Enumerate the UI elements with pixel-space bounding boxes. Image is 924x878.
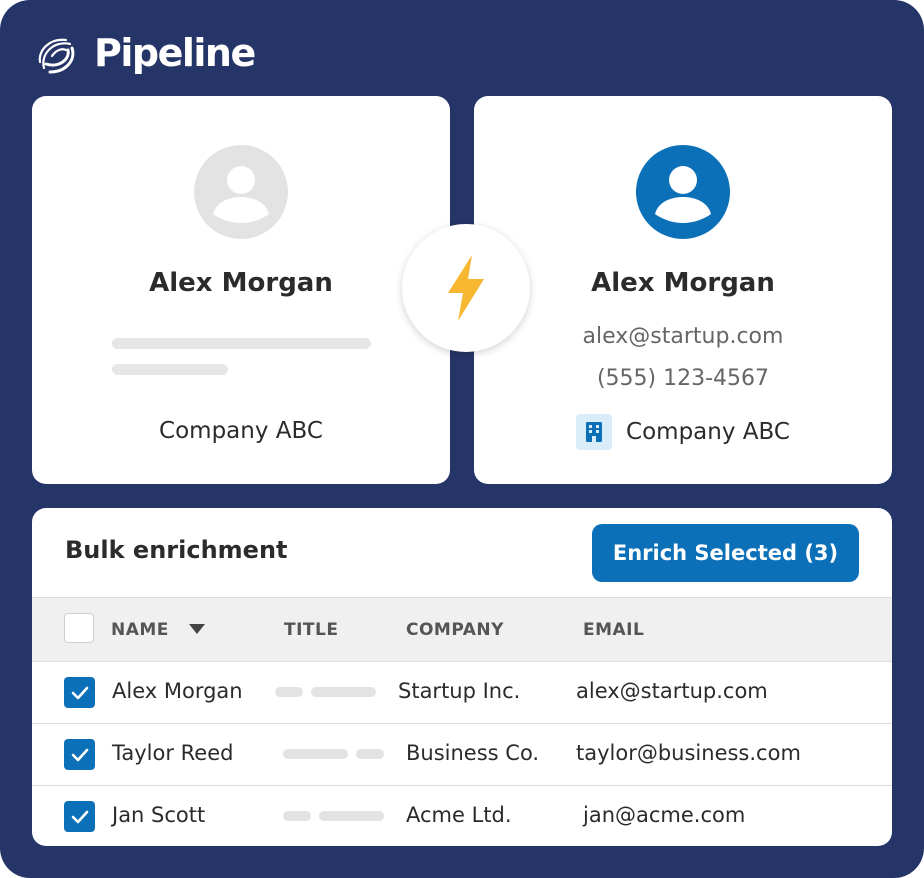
title-placeholder <box>283 749 348 759</box>
row-checkbox[interactable] <box>64 801 95 832</box>
table-row[interactable]: Taylor Reed Business Co. taylor@business… <box>32 723 892 786</box>
cell-name: Taylor Reed <box>112 741 234 765</box>
before-company: Company ABC <box>159 418 323 444</box>
user-placeholder-icon <box>194 145 288 239</box>
app-frame: Pipeline Alex Morgan Company ABC Alex Mo… <box>0 0 924 878</box>
cell-name: Jan Scott <box>112 803 206 827</box>
column-header-name[interactable]: NAME <box>111 620 169 640</box>
cell-company: Business Co. <box>406 741 540 765</box>
lightning-bolt-icon <box>448 255 484 321</box>
select-all-checkbox[interactable] <box>64 613 94 643</box>
row-checkbox[interactable] <box>64 739 95 770</box>
enrich-selected-button[interactable]: Enrich Selected (3) <box>592 524 859 582</box>
after-company: Company ABC <box>626 419 790 445</box>
cell-email: jan@acme.com <box>583 803 746 827</box>
table-row[interactable]: Jan Scott Acme Ltd. jan@acme.com <box>32 785 892 846</box>
table-header: NAME TITLE COMPANY EMAIL <box>32 597 892 662</box>
missing-detail-placeholder <box>112 338 371 349</box>
column-header-title[interactable]: TITLE <box>284 620 338 640</box>
panel-title: Bulk enrichment <box>65 536 288 564</box>
before-enrichment-card: Alex Morgan Company ABC <box>32 96 450 484</box>
checkmark-icon <box>71 686 88 699</box>
after-phone: (555) 123-4567 <box>596 366 770 391</box>
title-placeholder <box>283 811 311 821</box>
pipeline-logo-icon <box>38 38 75 74</box>
before-person-name: Alex Morgan <box>149 268 333 298</box>
column-header-company[interactable]: COMPANY <box>406 620 504 640</box>
app-logo: Pipeline <box>36 31 256 75</box>
table-row[interactable]: Alex Morgan Startup Inc. alex@startup.co… <box>32 661 892 724</box>
checkmark-icon <box>71 810 88 823</box>
building-icon <box>576 414 613 450</box>
title-placeholder <box>311 687 376 697</box>
cell-email: taylor@business.com <box>576 741 801 765</box>
after-enrichment-card: Alex Morgan alex@startup.com (555) 123-4… <box>474 96 892 484</box>
after-person-name: Alex Morgan <box>591 268 775 298</box>
caret-down-icon[interactable] <box>189 624 205 634</box>
cell-name: Alex Morgan <box>112 679 243 703</box>
title-placeholder <box>356 749 384 759</box>
cell-company: Acme Ltd. <box>406 803 512 827</box>
app-name: Pipeline <box>94 31 256 75</box>
row-checkbox[interactable] <box>64 677 95 708</box>
missing-detail-placeholder <box>112 364 228 375</box>
after-email: alex@startup.com <box>582 324 784 349</box>
checkmark-icon <box>71 748 88 761</box>
after-company-row: Company ABC <box>474 414 892 450</box>
column-header-email[interactable]: EMAIL <box>583 620 644 640</box>
user-icon <box>636 145 730 239</box>
cell-company: Startup Inc. <box>398 679 521 703</box>
title-placeholder <box>275 687 303 697</box>
bulk-enrichment-panel: Bulk enrichment Enrich Selected (3) NAME… <box>32 508 892 846</box>
cell-email: alex@startup.com <box>576 679 768 703</box>
enrich-indicator <box>402 224 530 352</box>
title-placeholder <box>319 811 384 821</box>
